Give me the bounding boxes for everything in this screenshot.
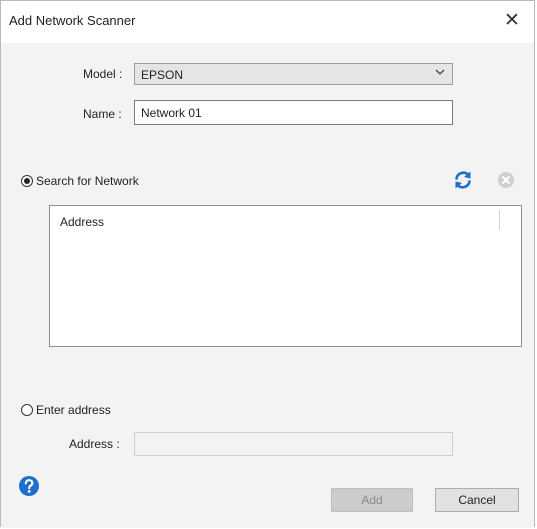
add-button[interactable]: Add (331, 488, 413, 512)
address-input[interactable] (134, 432, 453, 456)
name-input[interactable] (134, 100, 453, 125)
add-network-scanner-dialog: Add Network Scanner ✕ Model : EPSON Name… (0, 0, 535, 528)
search-network-radio[interactable] (21, 175, 33, 187)
chevron-down-icon (435, 69, 445, 75)
refresh-icon[interactable] (452, 169, 474, 191)
dialog-title: Add Network Scanner (9, 13, 136, 28)
address-column-header[interactable]: Address (60, 215, 104, 229)
cancel-button[interactable]: Cancel (435, 488, 519, 512)
model-label: Model : (83, 67, 123, 81)
model-select[interactable]: EPSON (134, 63, 453, 85)
column-divider[interactable] (499, 210, 500, 230)
list-header: Address (50, 206, 502, 230)
enter-address-option[interactable]: Enter address (21, 403, 111, 417)
stop-icon (498, 172, 514, 188)
title-bar: Add Network Scanner ✕ (1, 1, 534, 43)
close-button[interactable]: ✕ (500, 9, 524, 33)
name-label: Name : (83, 107, 122, 121)
dialog-content: Model : EPSON Name : Search for Network (1, 43, 534, 528)
enter-address-radio[interactable] (21, 404, 33, 416)
model-select-value: EPSON (141, 68, 184, 82)
enter-address-label: Enter address (36, 403, 111, 417)
search-network-option[interactable]: Search for Network (21, 174, 139, 188)
search-network-label: Search for Network (36, 174, 139, 188)
help-icon[interactable] (18, 475, 40, 497)
address-label: Address : (69, 437, 120, 451)
network-scanner-list[interactable]: Address (49, 205, 522, 347)
